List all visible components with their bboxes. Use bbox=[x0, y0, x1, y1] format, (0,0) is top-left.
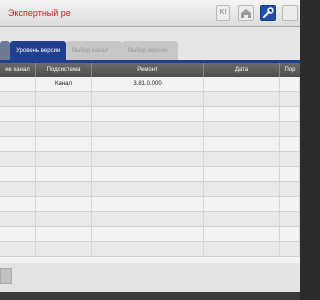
tab-strip: Уровень версии Выбор канал Выбор версии bbox=[0, 27, 300, 61]
tab-previous[interactable] bbox=[0, 41, 10, 61]
table-cell bbox=[0, 182, 36, 196]
column-header[interactable]: Подсистема bbox=[36, 63, 92, 77]
table-cell bbox=[204, 92, 280, 106]
table-cell bbox=[280, 107, 300, 121]
table-cell bbox=[0, 137, 36, 151]
table-cell bbox=[0, 152, 36, 166]
column-header[interactable]: ие канал bbox=[0, 63, 36, 77]
table-cell bbox=[36, 167, 92, 181]
table-cell bbox=[280, 137, 300, 151]
table-cell bbox=[204, 77, 280, 91]
column-header[interactable]: Ремонт bbox=[92, 63, 204, 77]
title-bar: Экспертный ре K! bbox=[0, 0, 300, 27]
table-cell bbox=[204, 137, 280, 151]
table-cell bbox=[204, 122, 280, 136]
table-cell bbox=[0, 107, 36, 121]
column-header[interactable]: Дата bbox=[204, 63, 280, 77]
table-cell bbox=[204, 152, 280, 166]
table-cell bbox=[204, 227, 280, 241]
table-cell bbox=[92, 107, 204, 121]
table-cell bbox=[280, 212, 300, 226]
tab-channel-select[interactable]: Выбор канал bbox=[66, 41, 122, 61]
table-row[interactable] bbox=[0, 137, 300, 152]
table-row[interactable] bbox=[0, 107, 300, 122]
home-button[interactable] bbox=[238, 5, 254, 21]
table-cell bbox=[280, 167, 300, 181]
table-cell bbox=[92, 242, 204, 256]
table-row[interactable] bbox=[0, 92, 300, 107]
table-cell bbox=[36, 212, 92, 226]
bottom-panel bbox=[0, 263, 300, 300]
table-cell bbox=[0, 197, 36, 211]
tab-version-select[interactable]: Выбор версии bbox=[122, 41, 178, 61]
table-row[interactable] bbox=[0, 167, 300, 182]
table-row[interactable] bbox=[0, 122, 300, 137]
table-cell bbox=[204, 197, 280, 211]
table-cell bbox=[280, 227, 300, 241]
table-cell bbox=[36, 152, 92, 166]
table-row[interactable] bbox=[0, 197, 300, 212]
table-cell bbox=[36, 92, 92, 106]
table-cell bbox=[92, 137, 204, 151]
table-cell bbox=[204, 107, 280, 121]
table-cell bbox=[0, 77, 36, 91]
table-cell bbox=[36, 197, 92, 211]
table-cell bbox=[0, 167, 36, 181]
table-row[interactable] bbox=[0, 242, 300, 257]
tab-version-level[interactable]: Уровень версии bbox=[10, 41, 66, 61]
table-cell bbox=[36, 242, 92, 256]
table-cell bbox=[0, 212, 36, 226]
home-icon bbox=[241, 9, 251, 18]
table-row[interactable] bbox=[0, 212, 300, 227]
table-row[interactable]: Канал 3.81.0.000 bbox=[0, 77, 300, 92]
table-cell bbox=[280, 152, 300, 166]
table-header: ие канал Подсистема Ремонт Дата Пор bbox=[0, 63, 300, 77]
settings-button[interactable] bbox=[260, 5, 276, 21]
table-cell bbox=[280, 197, 300, 211]
table-row[interactable] bbox=[0, 182, 300, 197]
bottom-button[interactable] bbox=[0, 268, 12, 284]
table-cell bbox=[0, 242, 36, 256]
table-cell bbox=[92, 197, 204, 211]
k-button-label: K! bbox=[219, 9, 227, 16]
table-cell bbox=[36, 182, 92, 196]
table-cell bbox=[36, 227, 92, 241]
table-cell bbox=[204, 167, 280, 181]
table-cell bbox=[92, 182, 204, 196]
k-button[interactable]: K! bbox=[216, 5, 230, 21]
window-title: Экспертный ре bbox=[8, 8, 71, 18]
table-cell bbox=[204, 242, 280, 256]
data-table: ие канал Подсистема Ремонт Дата Пор Кана… bbox=[0, 63, 300, 263]
table-cell bbox=[36, 107, 92, 121]
table-cell bbox=[0, 122, 36, 136]
table-cell bbox=[0, 227, 36, 241]
table-row[interactable] bbox=[0, 152, 300, 167]
table-cell bbox=[92, 212, 204, 226]
column-header[interactable]: Пор bbox=[280, 63, 300, 77]
table-cell bbox=[280, 122, 300, 136]
table-cell bbox=[280, 77, 300, 91]
table-cell: Канал bbox=[36, 77, 92, 91]
table-cell bbox=[92, 92, 204, 106]
table-cell bbox=[280, 242, 300, 256]
wrench-icon bbox=[263, 7, 274, 18]
table-cell bbox=[92, 122, 204, 136]
table-cell bbox=[36, 137, 92, 151]
table-cell bbox=[204, 212, 280, 226]
table-cell bbox=[280, 92, 300, 106]
table-cell bbox=[0, 92, 36, 106]
table-cell bbox=[36, 122, 92, 136]
table-cell bbox=[280, 182, 300, 196]
table-cell bbox=[92, 152, 204, 166]
table-cell bbox=[204, 182, 280, 196]
table-cell bbox=[92, 227, 204, 241]
status-bar bbox=[0, 292, 300, 300]
table-cell bbox=[92, 167, 204, 181]
extra-button[interactable] bbox=[282, 5, 298, 21]
table-cell: 3.81.0.000 bbox=[92, 77, 204, 91]
app-window: Экспертный ре K! Уровень версии Выбор ка… bbox=[0, 0, 300, 300]
table-row[interactable] bbox=[0, 227, 300, 242]
